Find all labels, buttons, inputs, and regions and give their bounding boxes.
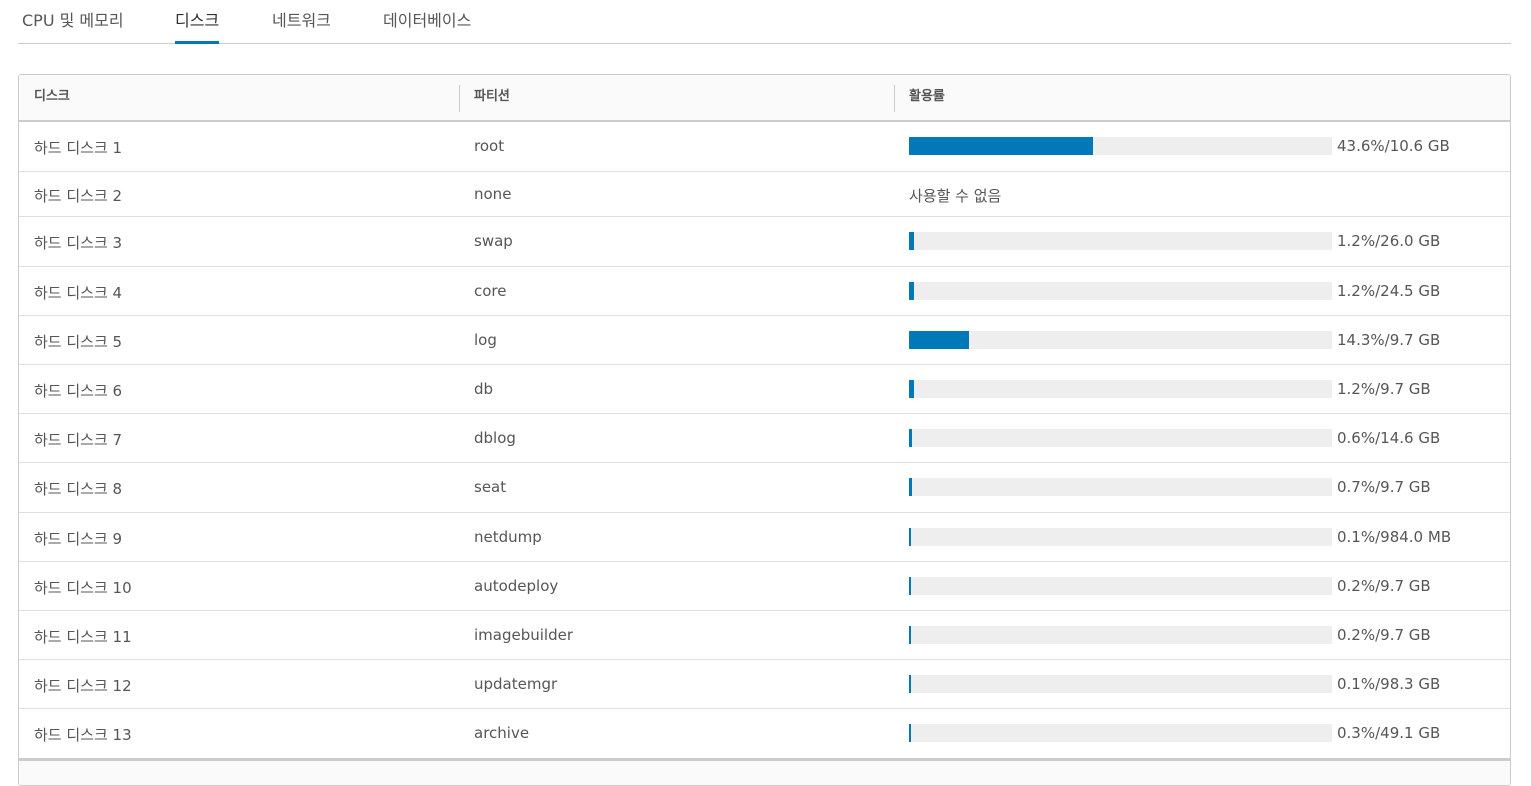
usage-text: 0.7%/9.7 GB: [1337, 478, 1431, 496]
partition-name: netdump: [474, 528, 542, 546]
usage-text: 0.1%/984.0 MB: [1337, 528, 1452, 546]
usage-text: 14.3%/9.7 GB: [1337, 331, 1441, 349]
disk-name: 하드 디스크 6: [34, 382, 123, 400]
table-row[interactable]: 하드 디스크 3 swap 1.2%/26.0 GB: [19, 217, 1510, 267]
usage-bar: [909, 380, 1332, 398]
disk-name: 하드 디스크 1: [34, 139, 123, 157]
table-row[interactable]: 하드 디스크 1 root 43.6%/10.6 GB: [19, 122, 1510, 172]
usage-bar: [909, 675, 1332, 693]
column-header-disk[interactable]: 디스크: [19, 75, 459, 120]
column-header-usage[interactable]: 활용률: [894, 75, 1494, 120]
disk-name: 하드 디스크 9: [34, 530, 123, 548]
table-row[interactable]: 하드 디스크 10 autodeploy 0.2%/9.7 GB: [19, 562, 1510, 611]
table-row[interactable]: 하드 디스크 4 core 1.2%/24.5 GB: [19, 267, 1510, 316]
usage-bar-fill: [909, 626, 911, 644]
partition-name: archive: [474, 724, 530, 742]
usage-text: 43.6%/10.6 GB: [1337, 137, 1450, 155]
disk-name: 하드 디스크 11: [34, 628, 132, 646]
usage-bar: [909, 429, 1332, 447]
partition-name: log: [474, 331, 497, 349]
partition-name: imagebuilder: [474, 626, 574, 644]
partition-name: root: [474, 137, 505, 155]
tab-network[interactable]: 네트워크: [272, 0, 331, 43]
usage-bar: [909, 232, 1332, 250]
usage-bar: [909, 626, 1332, 644]
table-row[interactable]: 하드 디스크 9 netdump 0.1%/984.0 MB: [19, 513, 1510, 562]
table-row[interactable]: 하드 디스크 7 dblog 0.6%/14.6 GB: [19, 414, 1510, 463]
disk-name: 하드 디스크 5: [34, 333, 123, 351]
usage-bar-fill: [909, 282, 914, 300]
disk-name: 하드 디스크 7: [34, 431, 123, 449]
disk-name: 하드 디스크 8: [34, 480, 123, 498]
partition-name: db: [474, 380, 494, 398]
partition-name: core: [474, 282, 507, 300]
usage-bar-fill: [909, 577, 911, 595]
partition-name: swap: [474, 232, 513, 250]
usage-bar: [909, 282, 1332, 300]
tab-database[interactable]: 데이터베이스: [383, 0, 471, 43]
usage-bar: [909, 137, 1332, 155]
table-footer: [19, 758, 1510, 785]
usage-bar-fill: [909, 331, 969, 349]
disk-name: 하드 디스크 2: [34, 187, 123, 205]
tab-disk[interactable]: 디스크: [175, 0, 220, 44]
usage-bar-fill: [909, 675, 911, 693]
usage-text: 0.6%/14.6 GB: [1337, 429, 1441, 447]
usage-bar-fill: [909, 232, 914, 250]
column-header-partition[interactable]: 파티션: [459, 75, 894, 120]
table-row[interactable]: 하드 디스크 6 db 1.2%/9.7 GB: [19, 365, 1510, 414]
table-row[interactable]: 하드 디스크 5 log 14.3%/9.7 GB: [19, 316, 1510, 365]
disk-name: 하드 디스크 4: [34, 284, 123, 302]
usage-text: 1.2%/26.0 GB: [1337, 232, 1441, 250]
partition-name: updatemgr: [474, 675, 558, 693]
table-row[interactable]: 하드 디스크 8 seat 0.7%/9.7 GB: [19, 463, 1510, 513]
usage-bar: [909, 528, 1332, 546]
disk-name: 하드 디스크 12: [34, 677, 132, 695]
usage-bar: [909, 331, 1332, 349]
partition-name: dblog: [474, 429, 516, 447]
partition-name: autodeploy: [474, 577, 559, 595]
usage-bar-fill: [909, 528, 911, 546]
disk-table: 디스크 파티션 활용률 하드 디스크 1 root 43.6%/10.6 GB 하드 …: [18, 74, 1511, 786]
partition-name: none: [474, 185, 512, 203]
usage-bar: [909, 478, 1332, 496]
usage-text: 1.2%/9.7 GB: [1337, 380, 1431, 398]
table-header: 디스크 파티션 활용률: [19, 75, 1510, 122]
usage-bar: [909, 577, 1332, 595]
usage-bar-fill: [909, 137, 1093, 155]
usage-bar-fill: [909, 380, 914, 398]
tab-cpu-memory[interactable]: CPU 및 메모리: [22, 0, 124, 43]
tab-bar: CPU 및 메모리 디스크 네트워크 데이터베이스: [18, 0, 1511, 44]
partition-name: seat: [474, 478, 507, 496]
disk-name: 하드 디스크 10: [34, 579, 132, 597]
usage-text: 0.1%/98.3 GB: [1337, 675, 1441, 693]
disk-name: 하드 디스크 3: [34, 234, 123, 252]
table-row[interactable]: 하드 디스크 11 imagebuilder 0.2%/9.7 GB: [19, 611, 1510, 660]
usage-bar-fill: [909, 429, 912, 447]
usage-unavailable: 사용할 수 없음: [909, 187, 1002, 205]
usage-bar-fill: [909, 724, 911, 742]
usage-text: 0.3%/49.1 GB: [1337, 724, 1441, 742]
usage-bar: [909, 724, 1332, 742]
usage-text: 0.2%/9.7 GB: [1337, 626, 1431, 644]
usage-text: 0.2%/9.7 GB: [1337, 577, 1431, 595]
table-row[interactable]: 하드 디스크 2 none 사용할 수 없음: [19, 172, 1510, 217]
usage-bar-fill: [909, 478, 912, 496]
table-row[interactable]: 하드 디스크 12 updatemgr 0.1%/98.3 GB: [19, 660, 1510, 709]
usage-text: 1.2%/24.5 GB: [1337, 282, 1441, 300]
table-row[interactable]: 하드 디스크 13 archive 0.3%/49.1 GB: [19, 709, 1510, 759]
disk-name: 하드 디스크 13: [34, 726, 132, 744]
